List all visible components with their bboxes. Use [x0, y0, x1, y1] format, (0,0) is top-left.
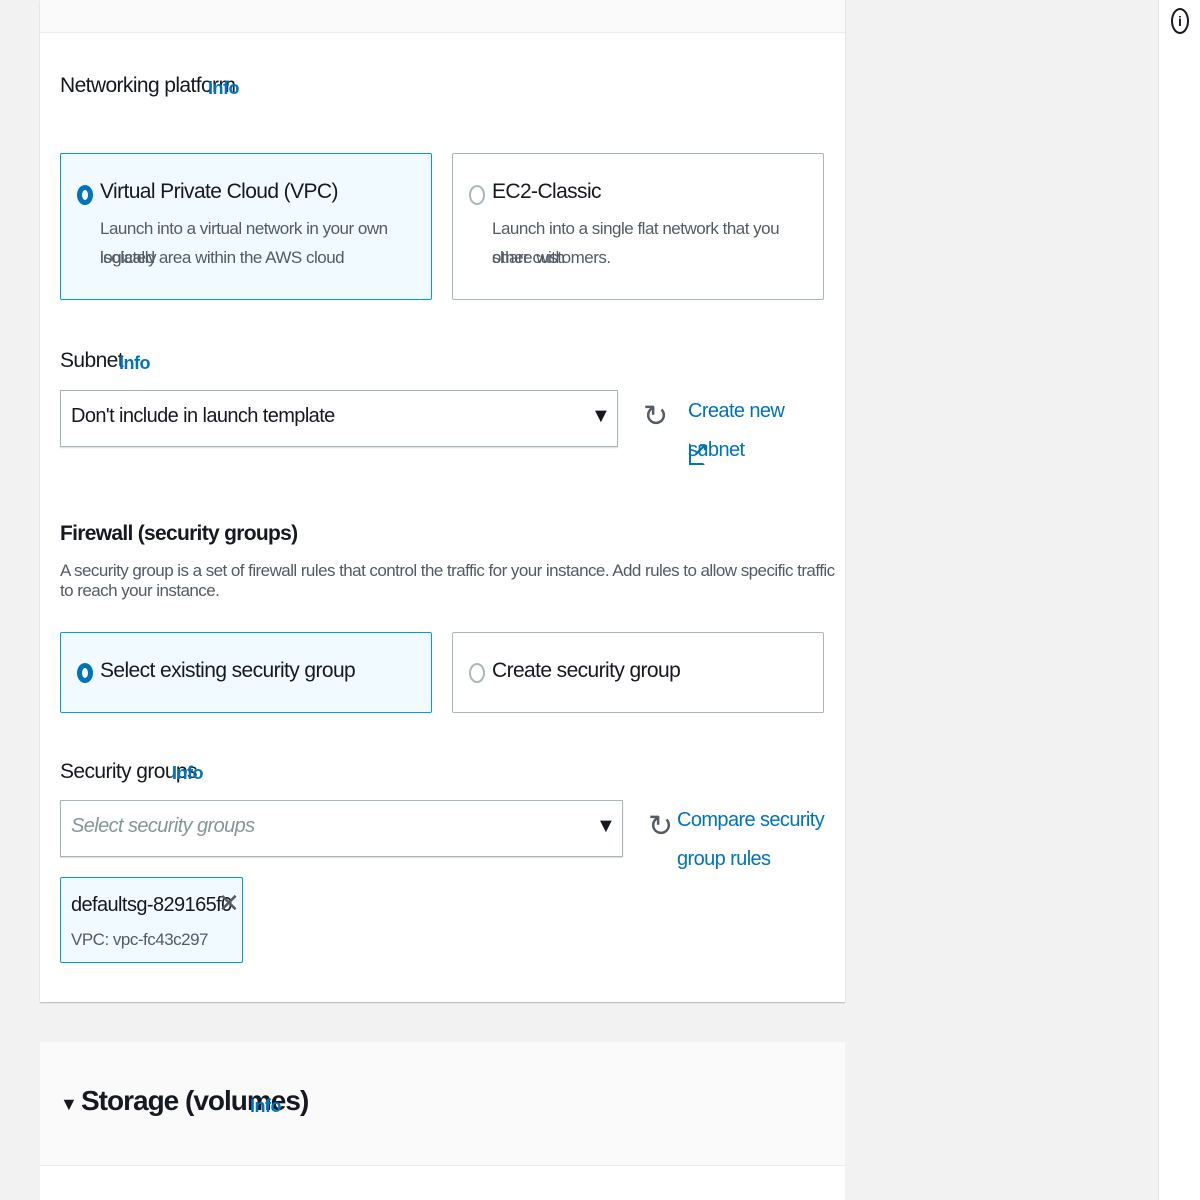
- info-circle-icon[interactable]: i: [1171, 8, 1189, 34]
- security-group-token: default sg-829165f0 ✕ VPC: vpc-fc43c297: [60, 877, 243, 963]
- external-link-icon[interactable]: ↗: [689, 439, 708, 465]
- compare-link-line-1: Compare security: [677, 809, 825, 831]
- ec2-classic-radio[interactable]: [469, 185, 485, 205]
- caret-down-icon: ▼: [596, 815, 616, 837]
- security-groups-select[interactable]: Select security groups ▼: [60, 800, 623, 857]
- storage-panel: ▼ Storage (volumes) Info: [40, 1042, 845, 1200]
- caret-down-icon: ▼: [591, 405, 611, 427]
- create-new-subnet-link[interactable]: Create new subnet: [688, 392, 845, 470]
- token-id: sg-829165f0: [127, 894, 232, 916]
- ec2-classic-option-title: EC2-Classic: [492, 180, 602, 203]
- right-rail: i: [1158, 0, 1200, 1200]
- vpc-option-tile[interactable]: Virtual Private Cloud (VPC) Launch into …: [60, 153, 432, 300]
- security-groups-info-link[interactable]: Info: [172, 763, 204, 784]
- panel-header-strip: [40, 0, 845, 33]
- network-settings-panel: Networking platform Info Virtual Private…: [40, 0, 845, 1002]
- select-existing-sg-title: Select existing security group: [100, 659, 356, 682]
- subnet-select-value: Don't include in launch template: [71, 405, 335, 427]
- vpc-radio[interactable]: [77, 185, 93, 205]
- select-existing-sg-tile[interactable]: Select existing security group: [60, 632, 432, 713]
- subnet-info-link[interactable]: Info: [119, 353, 151, 374]
- refresh-icon[interactable]: ↻: [643, 402, 668, 432]
- security-groups-placeholder: Select security groups: [71, 815, 255, 837]
- firewall-heading: Firewall (security groups): [60, 522, 298, 545]
- token-name: default: [71, 894, 127, 916]
- create-sg-radio[interactable]: [469, 663, 485, 683]
- subnet-label: Subnet: [60, 349, 124, 372]
- storage-header[interactable]: ▼ Storage (volumes) Info: [40, 1042, 845, 1166]
- close-icon[interactable]: ✕: [218, 890, 240, 916]
- create-sg-title: Create security group: [492, 659, 681, 682]
- create-sg-tile[interactable]: Create security group: [452, 632, 824, 713]
- refresh-icon[interactable]: ↻: [648, 812, 673, 842]
- token-vpc: VPC: vpc-fc43c297: [71, 930, 209, 949]
- ec2-classic-option-tile[interactable]: EC2-Classic Launch into a single flat ne…: [452, 153, 824, 300]
- firewall-description: A security group is a set of firewall ru…: [60, 561, 835, 600]
- networking-platform-info-link[interactable]: Info: [208, 78, 240, 99]
- select-existing-sg-radio[interactable]: [77, 663, 93, 683]
- vpc-option-title: Virtual Private Cloud (VPC): [100, 180, 338, 203]
- caret-down-icon[interactable]: ▼: [60, 1094, 78, 1115]
- storage-info-link[interactable]: Info: [250, 1096, 282, 1117]
- ec2-classic-option-desc-2: other customers.: [492, 248, 611, 267]
- compare-security-group-rules-link[interactable]: Compare security group rules: [677, 801, 825, 879]
- compare-link-line-2: group rules: [677, 848, 771, 870]
- subnet-select[interactable]: Don't include in launch template ▼: [60, 390, 618, 447]
- vpc-option-desc-2: isolated area within the AWS cloud: [100, 248, 345, 267]
